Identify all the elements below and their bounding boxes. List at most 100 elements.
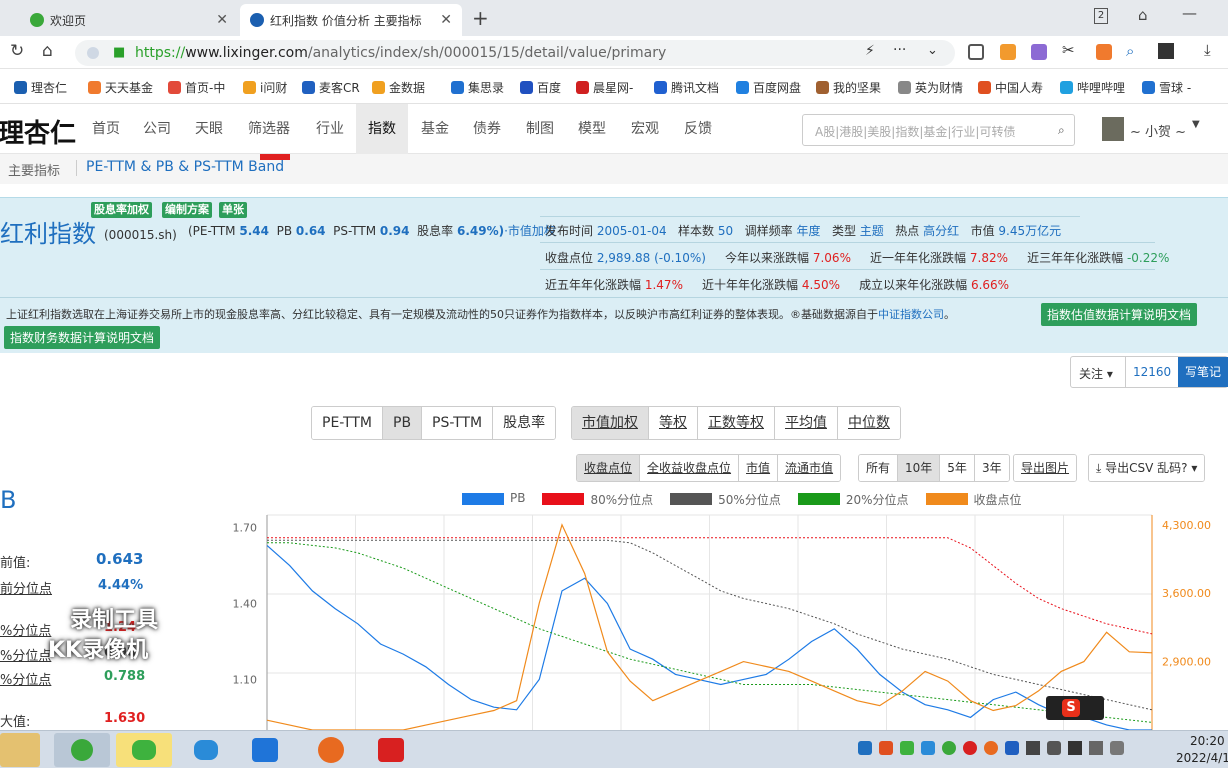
scissors-icon[interactable]: ✂	[1062, 41, 1075, 59]
bookmark-item[interactable]: 首页-中	[168, 79, 225, 96]
translate-icon[interactable]	[1031, 44, 1047, 60]
game-icon[interactable]	[1096, 44, 1112, 60]
tag-single[interactable]: 单张	[219, 202, 247, 218]
tab-mean[interactable]: 平均值	[775, 407, 838, 439]
bookmark-item[interactable]: 哔哩哔哩	[1060, 79, 1125, 96]
subnav-band[interactable]: PE-TTM & PB & PS-TTM Band	[86, 159, 284, 175]
follow-button[interactable]: 关注 ▾	[1079, 365, 1113, 382]
nav-item[interactable]: 首页	[84, 104, 128, 154]
bookmark-item[interactable]: 我的坚果	[816, 79, 881, 96]
nav-item[interactable]: 模型	[570, 104, 614, 154]
bookmark-item[interactable]: 麦客CR	[302, 79, 360, 96]
bookmark-item[interactable]: 中国人寿	[978, 79, 1043, 96]
pb-chart[interactable]: 1.70 1.40 1.10 4,300.00 3,600.00 2,900.00	[0, 485, 1228, 730]
tray-icon[interactable]	[858, 741, 872, 755]
download-icon[interactable]: ⤓	[1204, 41, 1211, 59]
nav-item[interactable]: 基金	[413, 104, 457, 154]
search-icon[interactable]: ⌕	[1126, 42, 1134, 60]
reader-icon[interactable]	[968, 44, 984, 60]
tray-icon[interactable]	[879, 741, 893, 755]
tab-pe[interactable]: PE-TTM	[312, 407, 383, 439]
export-csv-button[interactable]: ⤓ 导出CSV 乱码? ▾	[1089, 455, 1205, 481]
chat-icon[interactable]	[178, 733, 234, 767]
tray-icon[interactable]	[984, 741, 998, 755]
finance-doc-button[interactable]: 指数财务数据计算说明文档	[4, 326, 161, 349]
tab-count-icon[interactable]: 2	[1094, 8, 1108, 24]
bookmark-item[interactable]: i问财	[243, 79, 287, 96]
bookmark-item[interactable]: 晨星网-	[576, 79, 633, 96]
nav-item[interactable]: 制图	[518, 104, 562, 154]
wps-icon[interactable]	[364, 733, 420, 767]
search-input[interactable]: A股|港股|美股|指数|基金|行业|可转债 ⌕	[802, 114, 1075, 146]
source-link[interactable]: 中证指数公司	[878, 308, 944, 321]
home-icon[interactable]: ⌂	[42, 41, 53, 61]
tab-10y[interactable]: 10年	[898, 455, 941, 481]
bookmark-item[interactable]: 英为财情	[898, 79, 963, 96]
tab-total-return[interactable]: 全收益收盘点位	[640, 455, 740, 481]
nav-item[interactable]: 反馈	[676, 104, 720, 154]
recorder-icon[interactable]	[304, 733, 360, 767]
tab-close[interactable]: 收盘点位	[577, 455, 641, 481]
nav-item[interactable]: 公司	[135, 104, 179, 154]
write-note-button[interactable]: 写笔记	[1178, 357, 1228, 387]
ie-browser-icon[interactable]	[54, 733, 110, 767]
nav-item[interactable]: 宏观	[623, 104, 667, 154]
tab-mcap[interactable]: 市值	[739, 455, 779, 481]
nav-item[interactable]: 债券	[465, 104, 509, 154]
bookmark-item[interactable]: 百度网盘	[736, 79, 801, 96]
search-icon[interactable]: ⌕	[1058, 123, 1065, 138]
site-logo[interactable]: 理杏仁	[0, 113, 76, 150]
user-name[interactable]: ~ 小贺 ~	[1130, 121, 1186, 140]
nav-item[interactable]: 天眼	[187, 104, 231, 154]
tray-icon[interactable]	[900, 741, 914, 755]
minimize-icon[interactable]: —	[1182, 4, 1197, 22]
caret-down-icon[interactable]: ▼	[1192, 119, 1200, 130]
refresh-icon[interactable]: ↻	[10, 41, 24, 61]
tab-ps[interactable]: PS-TTM	[422, 407, 494, 439]
clock-time[interactable]: 20:20	[1190, 734, 1225, 748]
avatar[interactable]	[1102, 117, 1124, 141]
tab-welcome[interactable]: 欢迎页 ✕	[20, 4, 238, 36]
file-explorer-icon[interactable]	[0, 733, 40, 767]
tab-median[interactable]: 中位数	[838, 407, 900, 439]
volume-icon[interactable]	[1047, 741, 1061, 755]
apps-icon[interactable]	[1158, 43, 1174, 59]
export-image-button[interactable]: 导出图片	[1014, 455, 1077, 481]
bookmark-item[interactable]: 集思录	[451, 79, 504, 96]
tab-lixinger[interactable]: 红利指数 价值分析 主要指标 ✕	[240, 4, 462, 36]
tab-dividend[interactable]: 股息率	[493, 407, 556, 439]
tab-5y[interactable]: 5年	[940, 455, 975, 481]
shield-icon[interactable]	[1000, 44, 1016, 60]
tray-icon[interactable]	[1089, 741, 1103, 755]
tag-scheme[interactable]: 编制方案	[162, 202, 212, 218]
shirt-icon[interactable]: ⌂	[1138, 6, 1148, 24]
bookmark-item[interactable]: 百度	[520, 79, 561, 96]
bookmark-item[interactable]: 腾讯文档	[654, 79, 719, 96]
tray-icon[interactable]	[942, 741, 956, 755]
tab-equal-weight[interactable]: 等权	[649, 407, 698, 439]
more-icon[interactable]: ···	[893, 42, 906, 58]
bookmark-item[interactable]: 金数据	[372, 79, 425, 96]
lightning-icon[interactable]: ⚡	[865, 43, 875, 59]
input-method-widget[interactable]: S	[1046, 696, 1104, 720]
tab-3y[interactable]: 3年	[974, 455, 1009, 481]
bluetooth-icon[interactable]	[1005, 741, 1019, 755]
tray-icon[interactable]	[921, 741, 935, 755]
nav-item[interactable]: 行业	[308, 104, 352, 154]
tag-weight[interactable]: 股息率加权	[91, 202, 152, 218]
bookmark-item[interactable]: 理杏仁	[14, 79, 67, 96]
url-input[interactable]: ■ https://www.lixinger.com/analytics/ind…	[75, 40, 955, 66]
clock-date[interactable]: 2022/4/1	[1176, 751, 1228, 765]
bookmark-item[interactable]: 天天基金	[88, 79, 153, 96]
close-icon[interactable]: ✕	[440, 12, 452, 28]
network-icon[interactable]	[1026, 741, 1040, 755]
nav-item-active[interactable]: 指数	[356, 104, 408, 154]
tab-positive-equal[interactable]: 正数等权	[698, 407, 775, 439]
speaker-icon[interactable]	[1110, 741, 1124, 755]
photos-icon[interactable]	[238, 733, 294, 767]
valuation-doc-button[interactable]: 指数估值数据计算说明文档	[1041, 303, 1198, 326]
tab-all[interactable]: 所有	[859, 455, 899, 481]
tab-pb[interactable]: PB	[383, 407, 423, 439]
bookmark-item[interactable]: 雪球 -	[1142, 79, 1191, 96]
wechat-icon[interactable]	[116, 733, 172, 767]
